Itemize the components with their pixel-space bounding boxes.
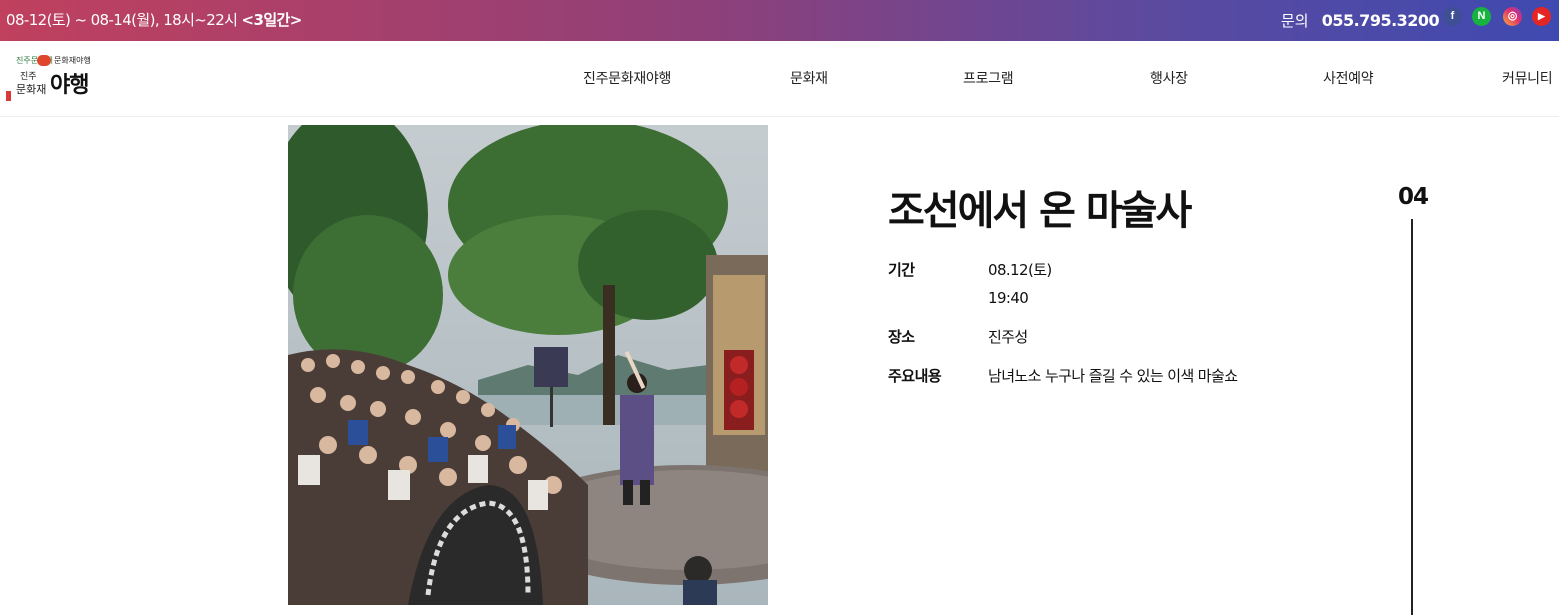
period-label: 기간 <box>888 261 915 279</box>
content-label: 주요내용 <box>888 367 942 385</box>
youtube-icon[interactable]: ▶ <box>1532 7 1551 26</box>
naver-icon[interactable]: N <box>1472 7 1491 26</box>
instagram-icon[interactable]: ◎ <box>1503 7 1522 26</box>
contact-number[interactable]: 055.795.3200 <box>1322 11 1440 30</box>
nav-item-reservation[interactable]: 사전예약 <box>1323 41 1374 117</box>
place-value: 진주성 <box>988 328 1028 346</box>
nav-item-venue[interactable]: 행사장 <box>1150 41 1188 117</box>
program-title: 조선에서 온 마술사 <box>888 188 1192 234</box>
site-logo[interactable]: 진주문화재 문화재야행 진주 문화재 야행 <box>6 53 106 105</box>
nav-item-heritage[interactable]: 문화재 <box>790 41 828 117</box>
program-index-line <box>1411 219 1413 615</box>
site-header: 진주문화재 문화재야행 진주 문화재 야행 진주문화재야행 문화재 프로그램 행… <box>0 41 1559 117</box>
nav-item-festival[interactable]: 진주문화재야행 <box>583 41 671 117</box>
logo-line2: 문화재 <box>16 83 47 96</box>
content-value: 남녀노소 누구나 즐길 수 있는 이색 마술쇼 <box>988 367 1238 385</box>
top-promo-bar: 08-12(토) ~ 08-14(월), 18시~22시 <3일간> 문의 05… <box>0 0 1559 41</box>
contact-info: 문의 055.795.3200 <box>1281 0 1440 41</box>
logo-small-text-2: 문화재야행 <box>54 56 91 65</box>
festival-duration: <3일간> <box>241 11 303 29</box>
logo-badge-icon <box>37 55 51 66</box>
nav-item-program[interactable]: 프로그램 <box>963 41 1014 117</box>
logo-big-text: 야행 <box>50 72 89 98</box>
program-photo <box>288 125 768 605</box>
place-label: 장소 <box>888 328 915 346</box>
logo-stamp-icon <box>6 91 11 101</box>
facebook-icon[interactable]: f <box>1443 7 1462 26</box>
festival-date-range: 08-12(토) ~ 08-14(월), 18시~22시 <box>6 11 242 29</box>
period-time: 19:40 <box>988 289 1029 307</box>
nav-item-community[interactable]: 커뮤니티 <box>1502 41 1553 117</box>
program-index-number: 04 <box>1398 184 1429 210</box>
period-date: 08.12(토) <box>988 261 1052 279</box>
festival-dates: 08-12(토) ~ 08-14(월), 18시~22시 <3일간> <box>6 0 302 41</box>
contact-label: 문의 <box>1281 12 1309 30</box>
